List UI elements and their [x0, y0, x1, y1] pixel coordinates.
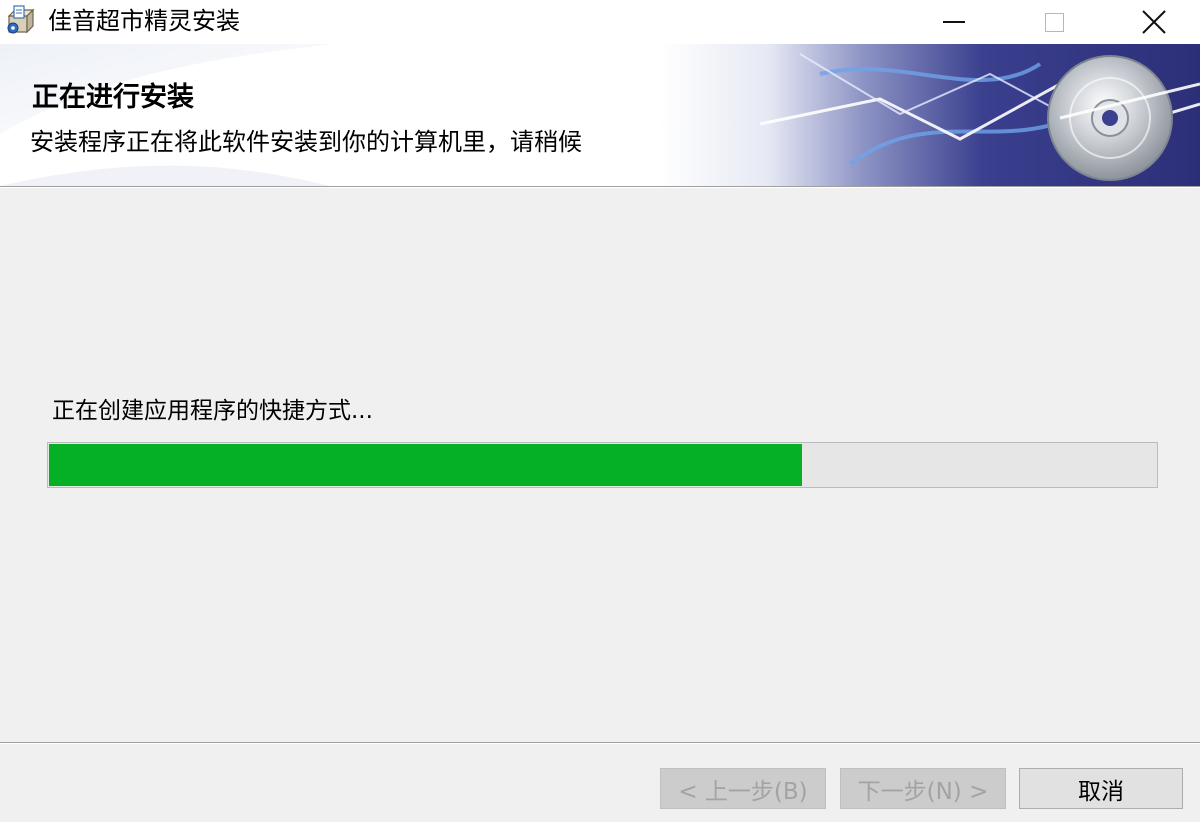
minimize-button[interactable]	[904, 0, 1004, 44]
next-button: 下一步(N) >	[840, 768, 1006, 809]
banner-title: 正在进行安装	[32, 82, 194, 113]
close-button[interactable]	[1104, 0, 1200, 44]
header-banner: 正在进行安装 安装程序正在将此软件安装到你的计算机里，请稍候	[0, 44, 1200, 186]
progress-bar-fill	[49, 444, 802, 486]
banner-subtitle: 安装程序正在将此软件安装到你的计算机里，请稍候	[30, 128, 582, 156]
status-text: 正在创建应用程序的快捷方式...	[52, 398, 373, 424]
back-button: < 上一步(B)	[660, 768, 826, 809]
footer-divider-highlight	[0, 743, 1200, 744]
title-bar: 佳音超市精灵安装	[0, 0, 1200, 44]
cd-disc-icon	[1047, 55, 1173, 181]
progress-bar	[47, 442, 1158, 488]
close-icon	[1142, 10, 1166, 34]
banner-divider-highlight	[0, 187, 1200, 188]
window-title: 佳音超市精灵安装	[48, 7, 240, 35]
cancel-button[interactable]: 取消	[1019, 768, 1183, 809]
installer-package-icon	[7, 5, 35, 34]
maximize-icon	[1044, 12, 1064, 32]
minimize-icon	[943, 21, 965, 23]
maximize-button	[1004, 0, 1104, 44]
